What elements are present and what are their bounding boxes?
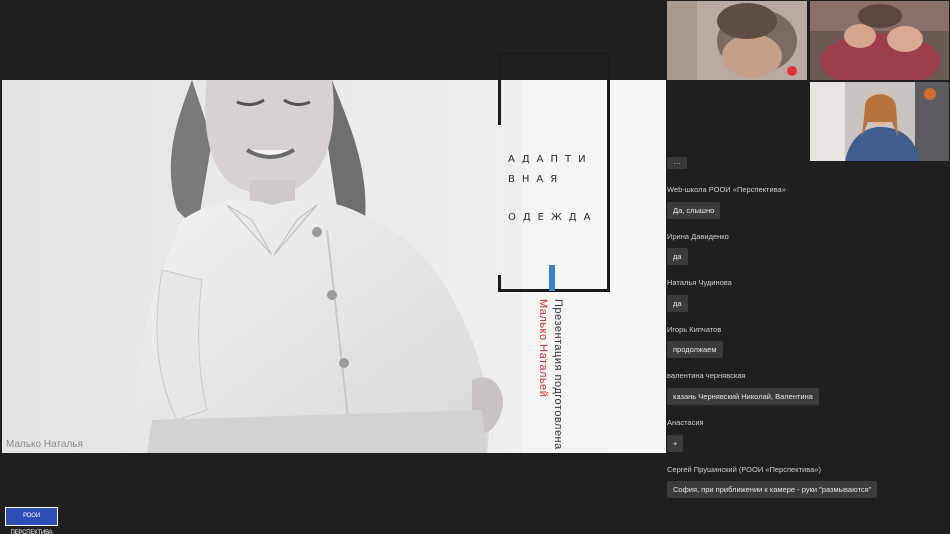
participant-video-3[interactable] — [810, 82, 949, 161]
chat-message: да — [667, 295, 688, 312]
slide-title-line3: ОДЕЖДА — [508, 212, 598, 223]
slide-credit-line2: Малько Натальей — [537, 299, 549, 398]
chat-author: Наталья Чудинова — [667, 278, 732, 287]
chat-message: продолжаем — [667, 341, 723, 358]
slide-photo — [2, 80, 522, 453]
chat-message: Да, слышно — [667, 202, 721, 219]
organization-logo: РООИ ПЕРСПЕКТИВА — [5, 507, 58, 534]
participant-video-1[interactable] — [667, 1, 807, 80]
chat-message: + — [667, 435, 684, 452]
chat-author: Сергей Прушинский (РООИ «Перспектива») — [667, 465, 821, 474]
slide-title-frame — [498, 52, 610, 292]
chat-message: да — [667, 248, 688, 265]
chat-author: Web-школа РООИ «Перспектива» — [667, 185, 786, 194]
presenter-name-tag: Малько Наталья — [6, 439, 83, 450]
chat-more-bubble[interactable]: ... — [667, 157, 687, 169]
chat-message: казань Чернявский Николай, Валентина — [667, 388, 819, 405]
participant-video-2[interactable] — [810, 1, 949, 80]
chat-author: Игорь Кипчатов — [667, 325, 722, 334]
chat-message: София, при приближении к камере - руки "… — [667, 481, 878, 498]
slide-title-line2: ВНАЯ — [508, 174, 565, 185]
slide-title-line1: АДАПТИ — [508, 154, 593, 165]
chat-author: Ирина Давиденко — [667, 232, 729, 241]
slide-credit-line1: Презентация подготовлена — [552, 299, 564, 450]
chat-author: валентина чернявская — [667, 371, 746, 380]
slide-accent-bar — [549, 265, 555, 291]
chat-author: Анастасия — [667, 418, 704, 427]
